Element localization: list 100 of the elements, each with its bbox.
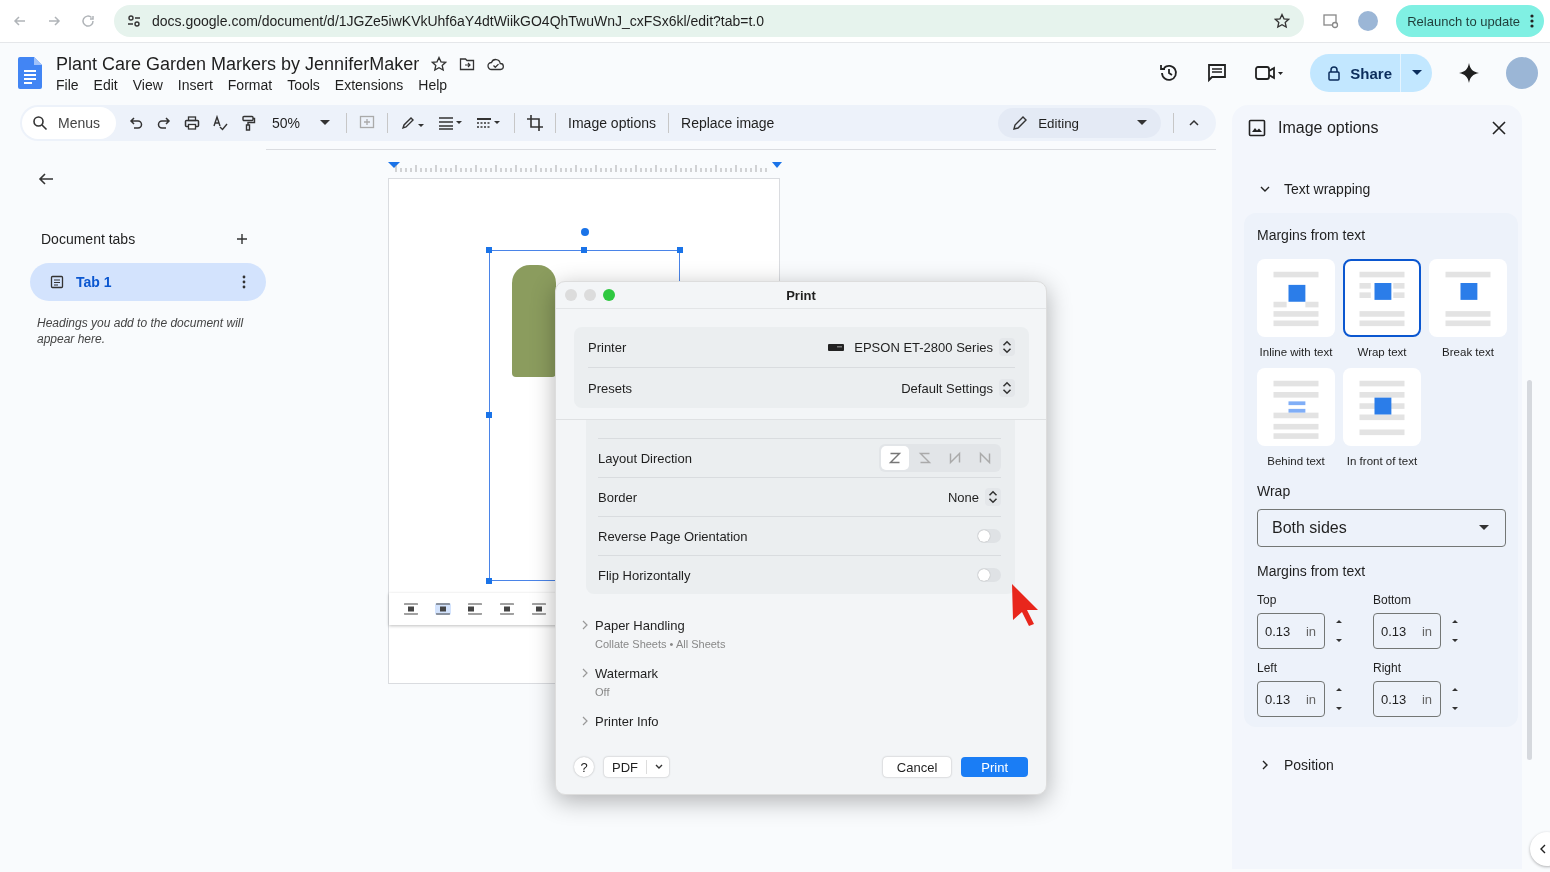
print-button[interactable]: Print bbox=[961, 757, 1028, 777]
menu-item[interactable]: Insert bbox=[177, 76, 221, 93]
toggle-switch[interactable] bbox=[977, 568, 1001, 582]
menu-item[interactable]: Tools bbox=[287, 76, 328, 93]
bookmark-star-icon[interactable] bbox=[1274, 13, 1291, 29]
relaunch-button[interactable]: Relaunch to update bbox=[1396, 5, 1544, 37]
wrap-option-icon[interactable] bbox=[467, 603, 483, 615]
document-title[interactable]: Plant Care Garden Markers by JenniferMaker bbox=[56, 53, 420, 75]
undo-icon[interactable] bbox=[128, 115, 145, 131]
star-icon[interactable] bbox=[431, 56, 448, 72]
setting-label: Printer bbox=[588, 339, 627, 355]
zoom-select[interactable]: 50% bbox=[268, 115, 335, 131]
sparkle-icon[interactable] bbox=[1458, 62, 1480, 84]
spinner-icon[interactable] bbox=[1335, 618, 1343, 644]
address-bar[interactable]: docs.google.com/document/d/1JGZe5iwKVkUhf6aY4dtWiikGO4QhTwuWnJ_cxFSx6kl/edit?tab=t.0 bbox=[114, 5, 1305, 37]
menu-item[interactable]: Format bbox=[227, 76, 281, 93]
share-options-button[interactable] bbox=[1400, 54, 1432, 92]
disclosure-icon[interactable] bbox=[582, 668, 588, 678]
menu-item[interactable]: File bbox=[56, 76, 87, 93]
margin-label: Right bbox=[1373, 661, 1402, 675]
menu-item[interactable]: Extensions bbox=[334, 76, 412, 93]
wrap-option-icon[interactable] bbox=[435, 603, 451, 615]
group-title: Margins from text bbox=[1257, 227, 1367, 243]
rotate-handle[interactable] bbox=[581, 228, 589, 236]
spinner-icon[interactable] bbox=[1451, 686, 1459, 712]
share-button[interactable]: Share bbox=[1310, 54, 1400, 92]
redo-icon[interactable] bbox=[156, 115, 173, 131]
stepper-icon bbox=[999, 338, 1015, 356]
search-icon bbox=[32, 115, 48, 131]
wrap-mode-label: Break text bbox=[1442, 345, 1494, 360]
layout-direction-option[interactable] bbox=[881, 446, 909, 470]
line-weight-icon[interactable] bbox=[438, 115, 465, 131]
menu-item[interactable]: Edit bbox=[93, 76, 126, 93]
margin-label: Left bbox=[1257, 661, 1278, 675]
wrap-option-icon[interactable] bbox=[403, 603, 419, 615]
cancel-button[interactable]: Cancel bbox=[882, 757, 952, 777]
pen-icon[interactable] bbox=[400, 115, 427, 131]
margin-field[interactable]: 0.13 in bbox=[1257, 681, 1325, 717]
section-title[interactable]: Printer Info bbox=[595, 714, 659, 729]
spellcheck-icon[interactable] bbox=[212, 115, 229, 131]
toolbar-text-button[interactable]: Replace image bbox=[681, 115, 775, 131]
back-arrow-icon[interactable] bbox=[38, 171, 54, 187]
spinner-icon[interactable] bbox=[1451, 618, 1459, 644]
pdf-menu-button[interactable]: PDF bbox=[604, 757, 669, 777]
line-dash-icon[interactable] bbox=[476, 115, 503, 131]
print-icon[interactable] bbox=[184, 115, 201, 131]
margin-field[interactable]: 0.13 in bbox=[1373, 613, 1441, 649]
toolbar-text-button[interactable]: Image options bbox=[568, 115, 656, 131]
editing-mode-select[interactable]: Editing bbox=[998, 108, 1161, 138]
close-icon[interactable] bbox=[1492, 121, 1506, 135]
setting-label: Presets bbox=[588, 380, 633, 396]
site-settings-icon[interactable] bbox=[126, 13, 142, 29]
resize-handle[interactable] bbox=[486, 412, 492, 418]
section-title[interactable]: Paper Handling bbox=[595, 618, 726, 633]
spinner-icon[interactable] bbox=[1335, 686, 1343, 712]
pencil-icon bbox=[1012, 115, 1029, 131]
chevron-icon bbox=[655, 764, 663, 770]
crop-icon[interactable] bbox=[527, 115, 544, 131]
section-toggle[interactable]: Position bbox=[1260, 757, 1334, 773]
section-toggle[interactable]: Text wrapping bbox=[1260, 181, 1371, 197]
toggle-switch[interactable] bbox=[977, 529, 1001, 543]
wrap-mode-option[interactable] bbox=[1429, 259, 1507, 337]
chevron-icon bbox=[1260, 760, 1270, 770]
folder-icon[interactable] bbox=[459, 56, 476, 72]
menu-item[interactable]: View bbox=[132, 76, 171, 93]
menus-search-button[interactable]: Menus bbox=[22, 107, 117, 139]
margin-field[interactable]: 0.13 in bbox=[1257, 613, 1325, 649]
setting-label: Flip Horizontally bbox=[598, 567, 691, 583]
resize-handle[interactable] bbox=[486, 247, 492, 253]
wrap-option-icon[interactable] bbox=[499, 603, 515, 615]
wrap-mode-option[interactable] bbox=[1343, 259, 1421, 337]
margin-field[interactable]: 0.13 in bbox=[1373, 681, 1441, 717]
add-icon[interactable] bbox=[236, 233, 248, 245]
resize-handle[interactable] bbox=[486, 578, 492, 584]
wrap-mode-option[interactable] bbox=[1343, 368, 1421, 446]
wrap-mode-option[interactable] bbox=[1257, 259, 1335, 337]
document-tab[interactable]: Tab 1 bbox=[30, 263, 266, 301]
video-call-icon[interactable] bbox=[1254, 63, 1285, 83]
photo-placeholder[interactable] bbox=[512, 265, 556, 377]
setting-select[interactable]: Default Settings bbox=[901, 379, 1015, 397]
disclosure-icon[interactable] bbox=[582, 620, 588, 630]
margin-label: Bottom bbox=[1373, 593, 1412, 607]
disclosure-icon[interactable] bbox=[582, 716, 588, 726]
caret-icon bbox=[1479, 525, 1489, 531]
section-title[interactable]: Watermark bbox=[595, 666, 659, 681]
setting-select[interactable]: None bbox=[947, 488, 1001, 506]
paint-format-icon[interactable] bbox=[240, 115, 257, 131]
caret-icon bbox=[1411, 70, 1422, 76]
search-tab-icon[interactable] bbox=[1322, 12, 1341, 30]
wrap-option-icon[interactable] bbox=[531, 603, 547, 615]
section-summary: Off bbox=[595, 686, 611, 698]
menu-item[interactable]: Help bbox=[418, 76, 456, 93]
resize-handle[interactable] bbox=[581, 247, 587, 253]
docs-logo-icon[interactable] bbox=[18, 57, 42, 89]
wrap-mode-label: In front of text bbox=[1346, 454, 1418, 469]
setting-select[interactable]: EPSON ET-2800 Series bbox=[828, 338, 1015, 356]
wrap-dropdown[interactable]: Both sides bbox=[1257, 509, 1506, 547]
comment-icon[interactable] bbox=[1206, 62, 1229, 84]
help-button[interactable]: ? bbox=[574, 757, 594, 777]
resize-handle[interactable] bbox=[677, 247, 683, 253]
